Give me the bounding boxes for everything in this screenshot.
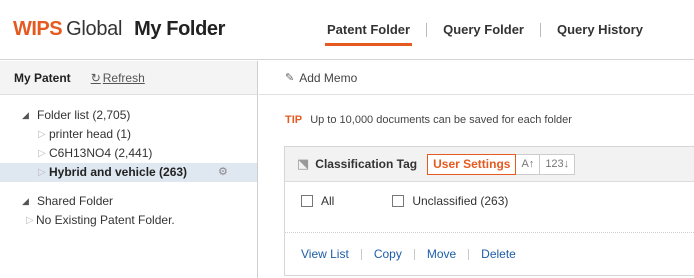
action-divider xyxy=(468,248,470,260)
shared-empty-label: No Existing Patent Folder. xyxy=(36,213,175,227)
tab-divider xyxy=(540,23,541,37)
divider xyxy=(285,232,694,233)
tip-tag: TIP xyxy=(285,114,303,126)
tab-query-folder[interactable]: Query Folder xyxy=(431,20,536,46)
folder-tree: ◢ Folder list (2,705) ▷ printer head (1)… xyxy=(0,106,257,230)
folder-item-label: printer head (1) xyxy=(49,127,132,141)
tip-message: TIP Up to 10,000 documents can be saved … xyxy=(285,114,572,126)
folder-list-label: Folder list (2,705) xyxy=(37,108,131,122)
tab-bar: Patent Folder Query Folder Query History xyxy=(315,20,655,46)
logo[interactable]: WIPS Global My Folder xyxy=(13,18,225,44)
action-divider xyxy=(413,248,415,260)
pencil-icon: ✎ xyxy=(285,72,295,84)
delete-link[interactable]: Delete xyxy=(481,247,516,261)
move-link[interactable]: Move xyxy=(427,247,456,261)
user-settings-button[interactable]: User Settings xyxy=(427,153,517,175)
sort-number-button[interactable]: 123↓ xyxy=(540,153,576,175)
action-bar: View List Copy Move Delete xyxy=(301,247,516,261)
tag-icon: ⬔ xyxy=(297,156,310,171)
check-all-label: All xyxy=(321,194,335,208)
check-unclassified-label: Unclassified (263) xyxy=(412,194,509,208)
refresh-label: Refresh xyxy=(102,70,145,85)
action-divider xyxy=(360,248,362,260)
shared-empty-item: ▷ No Existing Patent Folder. xyxy=(0,211,257,230)
view-list-link[interactable]: View List xyxy=(301,247,349,261)
classification-panel: ⬔ Classification Tag User Settings A↑ 12… xyxy=(284,146,694,276)
expand-triangle-icon: ▷ xyxy=(38,129,46,140)
add-memo-button[interactable]: Add Memo xyxy=(299,71,357,85)
panel-header: ⬔ Classification Tag User Settings A↑ 12… xyxy=(285,147,694,182)
expand-triangle-icon: ▷ xyxy=(38,148,46,159)
sidebar: My Patent ↻ Refresh ◢ Folder list (2,705… xyxy=(0,61,258,278)
folder-item-selected[interactable]: ▷ Hybrid and vehicle (263) ⚙ xyxy=(0,163,257,182)
logo-brand: WIPS xyxy=(13,18,63,40)
gear-icon[interactable]: ⚙ xyxy=(218,163,228,182)
tip-text: Up to 10,000 documents can be saved for … xyxy=(310,114,572,126)
expand-triangle-icon: ▷ xyxy=(38,167,46,178)
checkbox[interactable] xyxy=(392,195,405,207)
tab-patent-folder[interactable]: Patent Folder xyxy=(315,20,422,46)
folder-list-node[interactable]: ◢ Folder list (2,705) xyxy=(0,106,257,125)
refresh-icon: ↻ xyxy=(90,70,101,85)
main-content: ✎ Add Memo TIP Up to 10,000 documents ca… xyxy=(259,61,694,278)
app-header: WIPS Global My Folder Patent Folder Quer… xyxy=(0,0,694,60)
tab-divider xyxy=(426,23,428,37)
tab-query-history[interactable]: Query History xyxy=(545,20,655,46)
checkbox[interactable] xyxy=(301,195,313,207)
collapse-triangle-icon[interactable]: ◢ xyxy=(22,192,34,211)
check-all[interactable]: All xyxy=(301,194,334,208)
collapse-triangle-icon[interactable]: ◢ xyxy=(22,106,34,125)
shared-folder-node[interactable]: ◢ Shared Folder xyxy=(0,192,257,211)
expand-triangle-icon: ▷ xyxy=(26,215,34,226)
folder-item-label: C6H13NO4 (2,441) xyxy=(49,146,153,160)
shared-folder-label: Shared Folder xyxy=(37,194,114,208)
folder-item[interactable]: ▷ C6H13NO4 (2,441) xyxy=(0,144,257,163)
sidebar-title: My Patent xyxy=(14,70,71,85)
copy-link[interactable]: Copy xyxy=(374,247,402,261)
sort-alpha-button[interactable]: A↑ xyxy=(516,153,541,175)
panel-title: Classification Tag xyxy=(315,157,418,171)
check-unclassified[interactable]: Unclassified (263) xyxy=(392,194,508,208)
folder-item-label: Hybrid and vehicle (263) xyxy=(49,165,188,179)
tag-filters: All Unclassified (263) xyxy=(301,194,508,208)
logo-suffix: Global xyxy=(66,18,123,40)
page-title: My Folder xyxy=(134,18,225,40)
refresh-button[interactable]: ↻ Refresh xyxy=(91,71,145,85)
memo-toolbar: ✎ Add Memo xyxy=(259,61,694,95)
folder-item[interactable]: ▷ printer head (1) xyxy=(0,125,257,144)
sidebar-header: My Patent ↻ Refresh xyxy=(0,61,257,95)
